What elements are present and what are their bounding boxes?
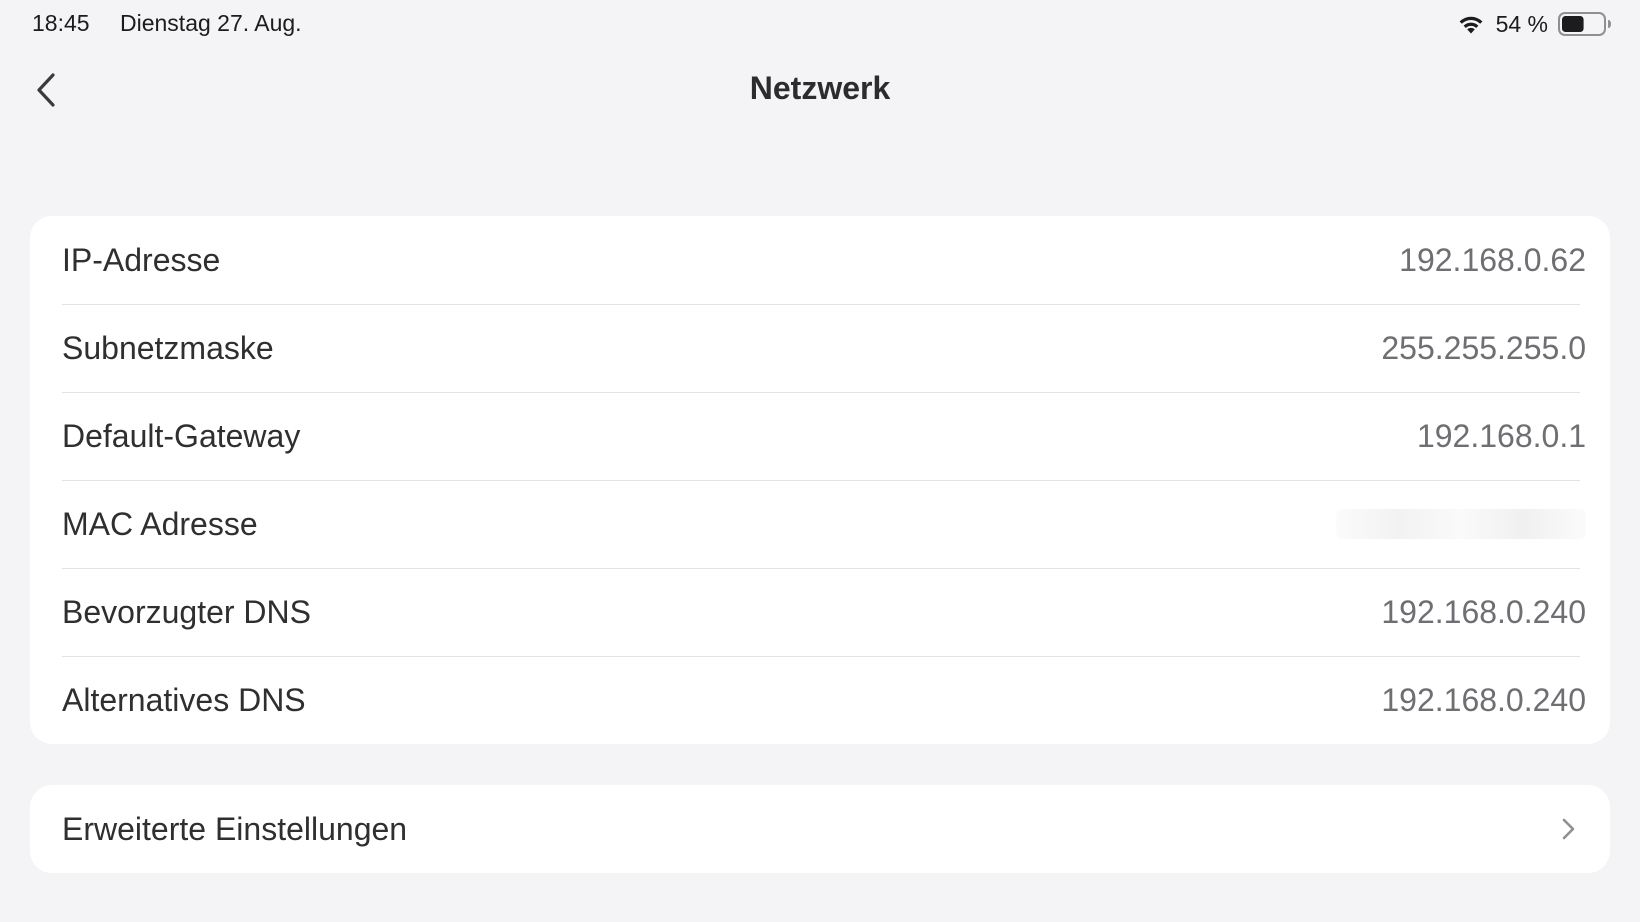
- status-time: 18:45: [32, 10, 90, 36]
- row-ip-address: IP-Adresse 192.168.0.62: [30, 216, 1610, 304]
- navigation-bar: Netzwerk: [0, 56, 1640, 128]
- row-value: 192.168.0.240: [1381, 681, 1586, 718]
- row-label: Default-Gateway: [62, 417, 301, 454]
- chevron-right-icon: [1562, 818, 1575, 840]
- advanced-settings-button[interactable]: Erweiterte Einstellungen: [30, 785, 1610, 873]
- row-label: Bevorzugter DNS: [62, 593, 311, 630]
- mac-address-redacted: [1336, 509, 1586, 539]
- row-label: IP-Adresse: [62, 241, 221, 278]
- row-label: Alternatives DNS: [62, 681, 306, 718]
- row-subnet-mask: Subnetzmaske 255.255.255.0: [30, 304, 1610, 392]
- row-value: 192.168.0.62: [1399, 241, 1586, 278]
- row-mac-address: MAC Adresse: [30, 480, 1610, 568]
- advanced-settings-label: Erweiterte Einstellungen: [62, 810, 408, 847]
- advanced-settings-card: Erweiterte Einstellungen: [30, 785, 1610, 873]
- wifi-icon: [1459, 16, 1482, 34]
- row-alternative-dns: Alternatives DNS 192.168.0.240: [30, 656, 1610, 744]
- row-value: 255.255.255.0: [1381, 329, 1586, 366]
- row-preferred-dns: Bevorzugter DNS 192.168.0.240: [30, 568, 1610, 656]
- status-indicators: 54 %: [1456, 9, 1612, 39]
- row-value: 192.168.0.1: [1416, 417, 1586, 454]
- row-default-gateway: Default-Gateway 192.168.0.1: [30, 392, 1610, 480]
- page-title: Netzwerk: [749, 70, 891, 106]
- battery-percent: 54 %: [1495, 10, 1548, 37]
- status-date: Dienstag 27. Aug.: [120, 10, 302, 36]
- battery-icon: [1558, 12, 1611, 36]
- row-value: 192.168.0.240: [1381, 593, 1586, 630]
- row-label: MAC Adresse: [62, 505, 258, 542]
- network-info-card: IP-Adresse 192.168.0.62 Subnetzmaske 255…: [30, 216, 1610, 744]
- status-bar: 18:45 Dienstag 27. Aug. 54 %: [0, 0, 1640, 48]
- row-label: Subnetzmaske: [62, 329, 274, 366]
